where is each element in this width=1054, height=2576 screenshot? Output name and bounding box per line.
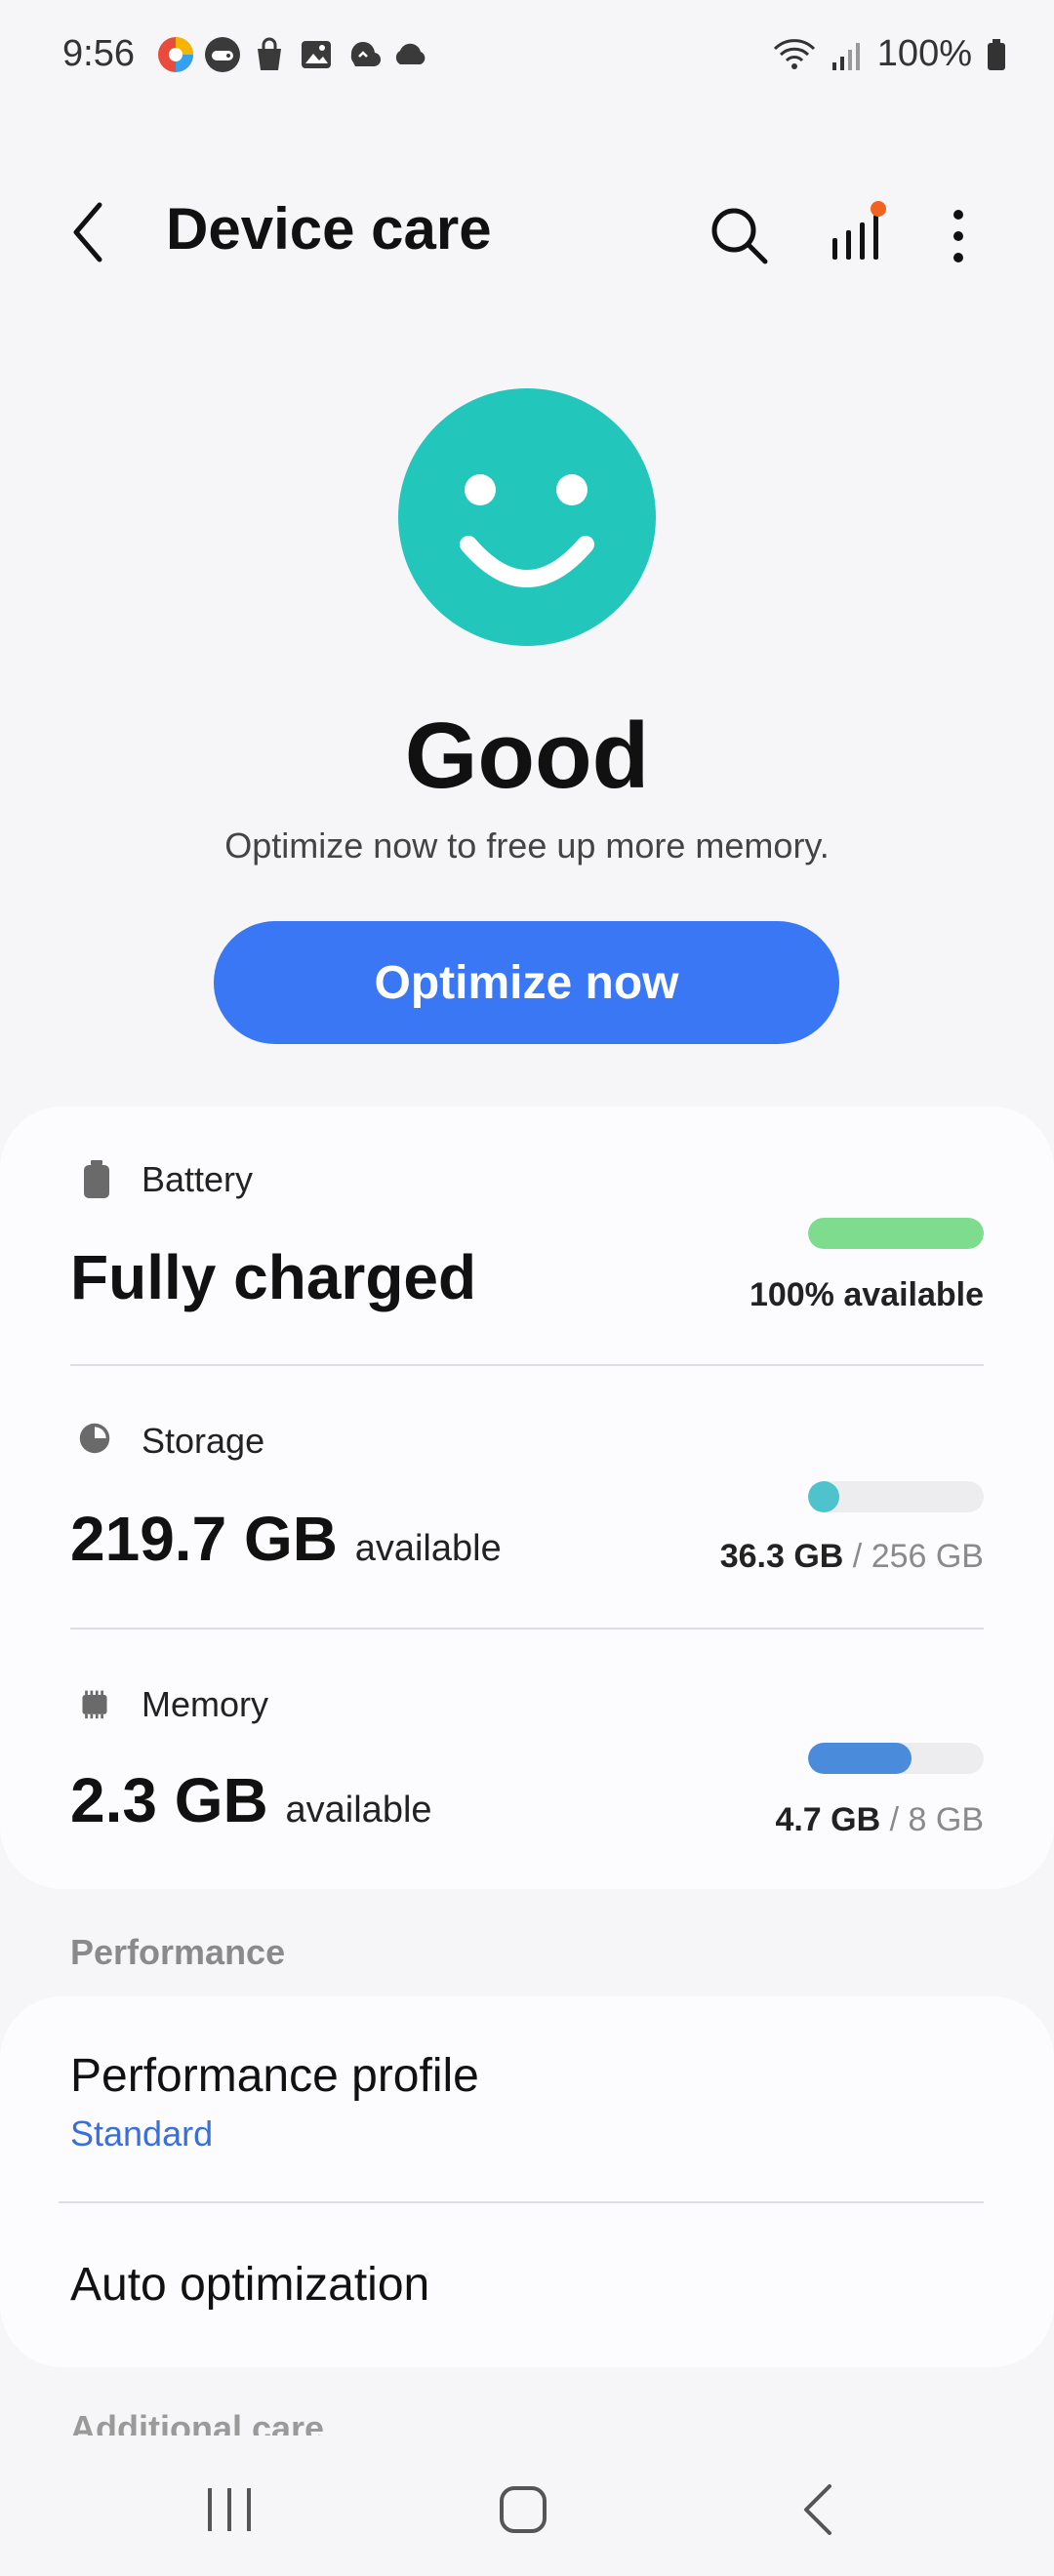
battery-available-text: 100% available: [749, 1276, 984, 1313]
more-options-icon[interactable]: [937, 201, 980, 271]
battery-bar-fill: [808, 1218, 984, 1249]
performance-profile-title: Performance profile: [70, 2050, 479, 2102]
gallery-icon: [302, 41, 331, 68]
storage-bar: [808, 1481, 984, 1512]
storage-label: Storage: [142, 1421, 265, 1461]
memory-bar-fill: [808, 1743, 912, 1774]
auto-optimization-title: Auto optimization: [70, 2259, 430, 2311]
memory-sep: /: [880, 1801, 909, 1838]
battery-bar: [808, 1218, 984, 1249]
storage-value-row: 219.7 GB available: [70, 1503, 502, 1575]
memory-value-row: 2.3 GB available: [70, 1764, 432, 1836]
home-icon[interactable]: [486, 2478, 564, 2541]
performance-profile-item[interactable]: Performance profile Standard: [0, 2000, 1054, 2195]
memory-total: 8 GB: [908, 1801, 984, 1838]
search-icon[interactable]: [705, 201, 773, 269]
storage-value: 219.7 GB: [70, 1504, 338, 1574]
auto-optimization-item[interactable]: Auto optimization: [0, 2203, 1054, 2363]
storage-suffix: available: [354, 1528, 502, 1569]
battery-icon: [84, 1160, 109, 1198]
storage-usage: 36.3 GB / 256 GB: [720, 1538, 984, 1576]
cloud-icon: [395, 43, 426, 64]
status-right: 100%: [772, 33, 1007, 75]
wifi-icon: [773, 38, 815, 69]
performance-profile-value: Standard: [70, 2113, 214, 2153]
storage-bar-fill: [808, 1481, 840, 1512]
status-subtitle: Optimize now to free up more memory.: [224, 825, 830, 865]
battery-label: Battery: [142, 1159, 254, 1199]
storage-used: 36.3 GB: [719, 1538, 844, 1575]
storage-total: 256 GB: [871, 1538, 984, 1575]
section-additional-care: Additional care: [70, 2408, 325, 2435]
page-title: Device care: [166, 196, 492, 262]
storage-sep: /: [843, 1538, 872, 1575]
signal-icon: [831, 42, 860, 70]
sync-icon: [350, 41, 382, 67]
memory-used: 4.7 GB: [775, 1801, 881, 1838]
section-performance: Performance: [70, 1932, 286, 1972]
battery-available: 100% available: [750, 1276, 984, 1314]
stats-icon[interactable]: [822, 197, 900, 275]
game-icon: [205, 37, 240, 72]
notification-dot: [871, 201, 886, 217]
memory-chip-icon: [82, 1690, 107, 1719]
back-button[interactable]: [61, 193, 119, 271]
battery-percent: 100%: [876, 33, 972, 74]
notification-icons: [156, 35, 429, 74]
smiley-face-icon: [398, 388, 656, 646]
shopping-bag-icon: [258, 37, 281, 70]
storage-pie-icon: [79, 1423, 110, 1454]
memory-bar: [808, 1743, 984, 1774]
recent-apps-icon[interactable]: [190, 2478, 268, 2541]
memory-usage: 4.7 GB / 8 GB: [775, 1801, 984, 1839]
status-time: 9:56: [62, 33, 135, 74]
memory-value: 2.3 GB: [70, 1765, 268, 1835]
memory-suffix: available: [285, 1790, 432, 1831]
memory-label: Memory: [142, 1684, 269, 1724]
back-nav-icon[interactable]: [781, 2478, 859, 2541]
battery-value: Fully charged: [70, 1242, 477, 1312]
optimize-now-button[interactable]: Optimize now: [214, 921, 839, 1044]
app-icon: [158, 37, 193, 72]
device-status: Good: [404, 704, 650, 808]
battery-icon: [988, 38, 1005, 70]
